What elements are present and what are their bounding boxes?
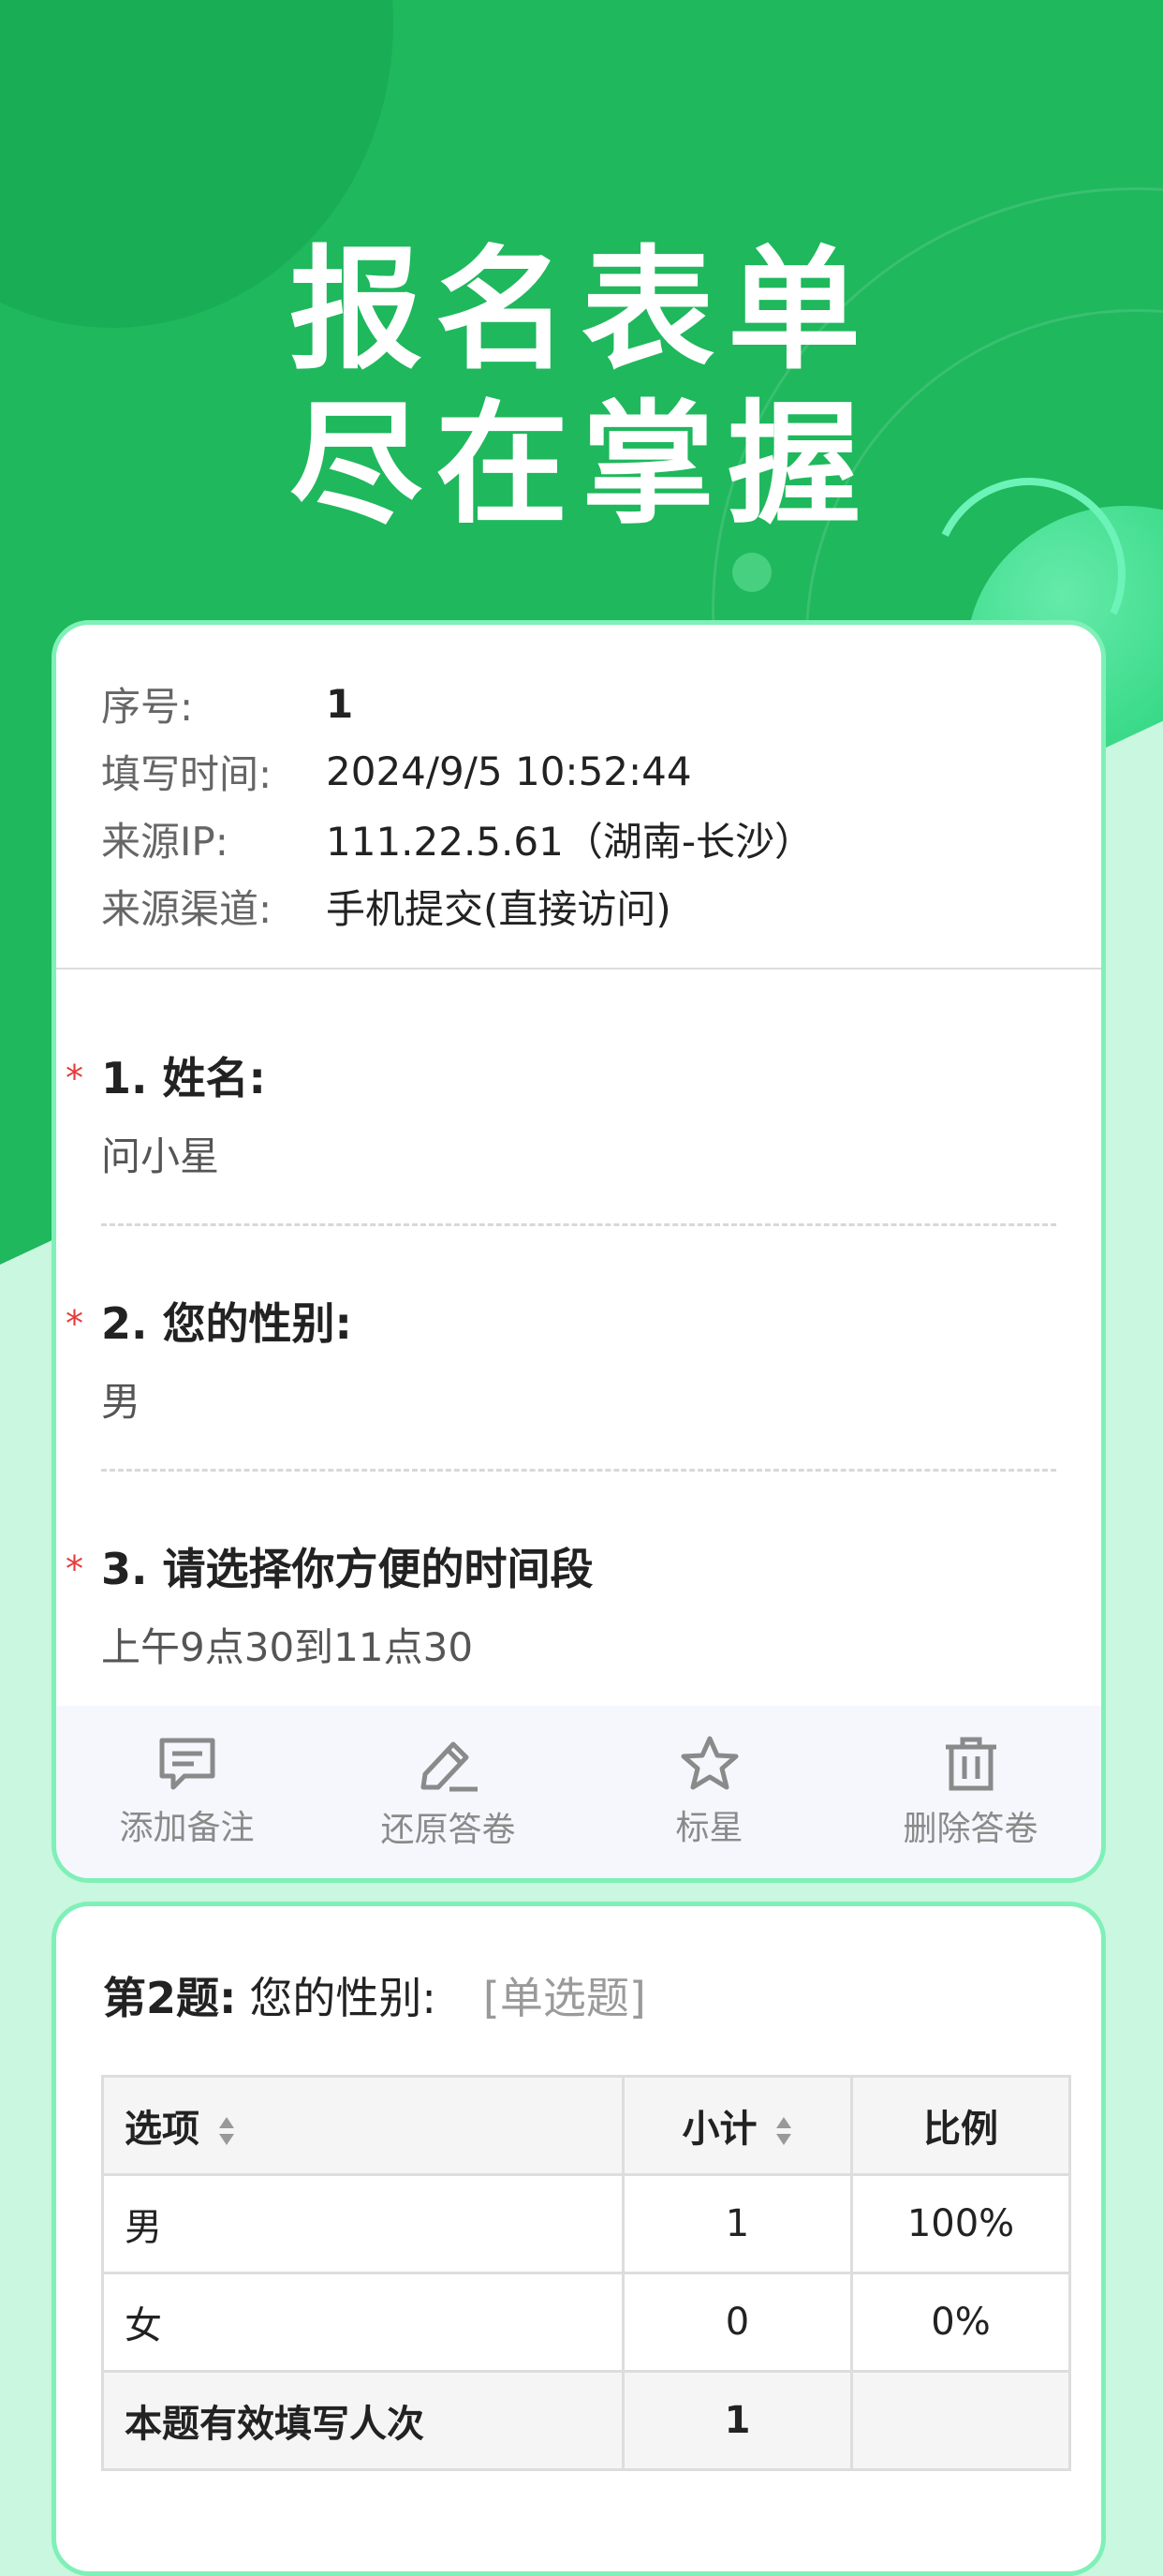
required-mark: * xyxy=(66,1303,83,1344)
delete-response-button[interactable]: 删除答卷 xyxy=(859,1734,1083,1850)
action-label: 还原答卷 xyxy=(380,1811,516,1849)
question-number: 第2题: xyxy=(103,1973,237,2023)
cell-option: 女 xyxy=(101,2272,625,2373)
table-row: 男 1 100% xyxy=(101,2173,1071,2274)
required-mark: * xyxy=(66,1548,83,1590)
meta-label: 填写时间: xyxy=(101,750,272,797)
dashed-divider xyxy=(101,1469,1056,1472)
response-card: 序号: 1 填写时间: 2024/9/5 10:52:44 来源IP: 111.… xyxy=(52,620,1106,1883)
question-stats-card: 第2题: 您的性别: [单选题] 选项 小计 比例 男 1 100% 女 0 0… xyxy=(52,1902,1106,2576)
table-total-row: 本题有效填写人次 1 xyxy=(101,2370,1071,2471)
star-icon xyxy=(681,1736,738,1790)
stats-question-header: 第2题: 您的性别: [单选题] xyxy=(103,1962,646,2028)
meta-row-channel: 来源渠道: 手机提交(直接访问) xyxy=(101,872,1064,940)
cell-count: 1 xyxy=(622,2173,853,2274)
question-item: * 2. 您的性别: 男 xyxy=(56,1288,1101,1472)
cell-count: 0 xyxy=(622,2272,853,2373)
question-title: 1. 姓名: xyxy=(101,1053,266,1103)
add-note-button[interactable]: 添加备注 xyxy=(75,1735,300,1849)
cell-ratio: 0% xyxy=(850,2272,1071,2373)
hero-headline-line2: 尽在掌握 xyxy=(289,388,874,542)
meta-label: 来源IP: xyxy=(101,818,228,865)
meta-row-serial: 序号: 1 xyxy=(101,670,1064,737)
meta-label: 来源渠道: xyxy=(101,885,272,932)
column-header-option[interactable]: 选项 xyxy=(101,2075,625,2176)
required-mark: * xyxy=(66,1058,83,1099)
question-item: * 1. 姓名: 问小星 xyxy=(56,1043,1101,1226)
meta-value: 手机提交(直接访问) xyxy=(326,885,671,932)
question-item: * 3. 请选择你方便的时间段 上午9点30到11点30 xyxy=(56,1533,1101,1673)
edit-pencil-icon xyxy=(420,1741,478,1792)
cell-option: 男 xyxy=(101,2173,625,2274)
meta-label: 序号: xyxy=(101,683,194,730)
meta-value: 111.22.5.61（湖南-长沙） xyxy=(326,818,814,865)
question-title: 3. 请选择你方便的时间段 xyxy=(101,1544,594,1594)
table-header-row: 选项 小计 比例 xyxy=(101,2075,1071,2176)
restore-response-button[interactable]: 还原答卷 xyxy=(336,1733,561,1851)
column-header-ratio: 比例 xyxy=(850,2075,1071,2176)
decor-dot xyxy=(732,553,772,592)
comment-icon xyxy=(159,1738,214,1790)
sort-icon xyxy=(776,2117,792,2145)
question-text: 您的性别: xyxy=(249,1973,436,2023)
question-answer: 问小星 xyxy=(101,1133,220,1179)
stats-table: 选项 小计 比例 男 1 100% 女 0 0% 本题有效填写人次 1 xyxy=(101,2075,1071,2471)
table-row: 女 0 0% xyxy=(101,2272,1071,2373)
action-label: 删除答卷 xyxy=(903,1810,1038,1848)
question-title: 2. 您的性别: xyxy=(101,1298,352,1349)
cell-total-label: 本题有效填写人次 xyxy=(101,2370,625,2471)
action-label: 标星 xyxy=(675,1809,743,1847)
cell-total-ratio xyxy=(850,2370,1071,2471)
star-button[interactable]: 标星 xyxy=(597,1735,822,1849)
cell-ratio: 100% xyxy=(850,2173,1071,2274)
question-answer: 男 xyxy=(101,1379,141,1425)
action-label: 添加备注 xyxy=(119,1809,255,1847)
column-header-label: 比例 xyxy=(923,2108,998,2151)
question-type: [单选题] xyxy=(482,1973,646,2023)
response-meta: 序号: 1 填写时间: 2024/9/5 10:52:44 来源IP: 111.… xyxy=(56,625,1101,940)
column-header-count[interactable]: 小计 xyxy=(622,2075,853,2176)
trash-icon xyxy=(945,1737,996,1791)
meta-value: 2024/9/5 10:52:44 xyxy=(326,748,692,794)
cell-total-count: 1 xyxy=(622,2370,853,2471)
action-bar: 添加备注 还原答卷 标星 删除答卷 xyxy=(56,1706,1101,1878)
column-header-label: 小计 xyxy=(682,2108,758,2151)
dashed-divider xyxy=(101,1223,1056,1226)
meta-row-time: 填写时间: 2024/9/5 10:52:44 xyxy=(101,737,1064,805)
meta-value: 1 xyxy=(326,680,354,727)
meta-row-ip: 来源IP: 111.22.5.61（湖南-长沙） xyxy=(101,805,1064,872)
sort-icon xyxy=(218,2117,234,2145)
question-answer: 上午9点30到11点30 xyxy=(101,1624,474,1670)
divider xyxy=(56,968,1101,970)
column-header-label: 选项 xyxy=(125,2108,199,2151)
